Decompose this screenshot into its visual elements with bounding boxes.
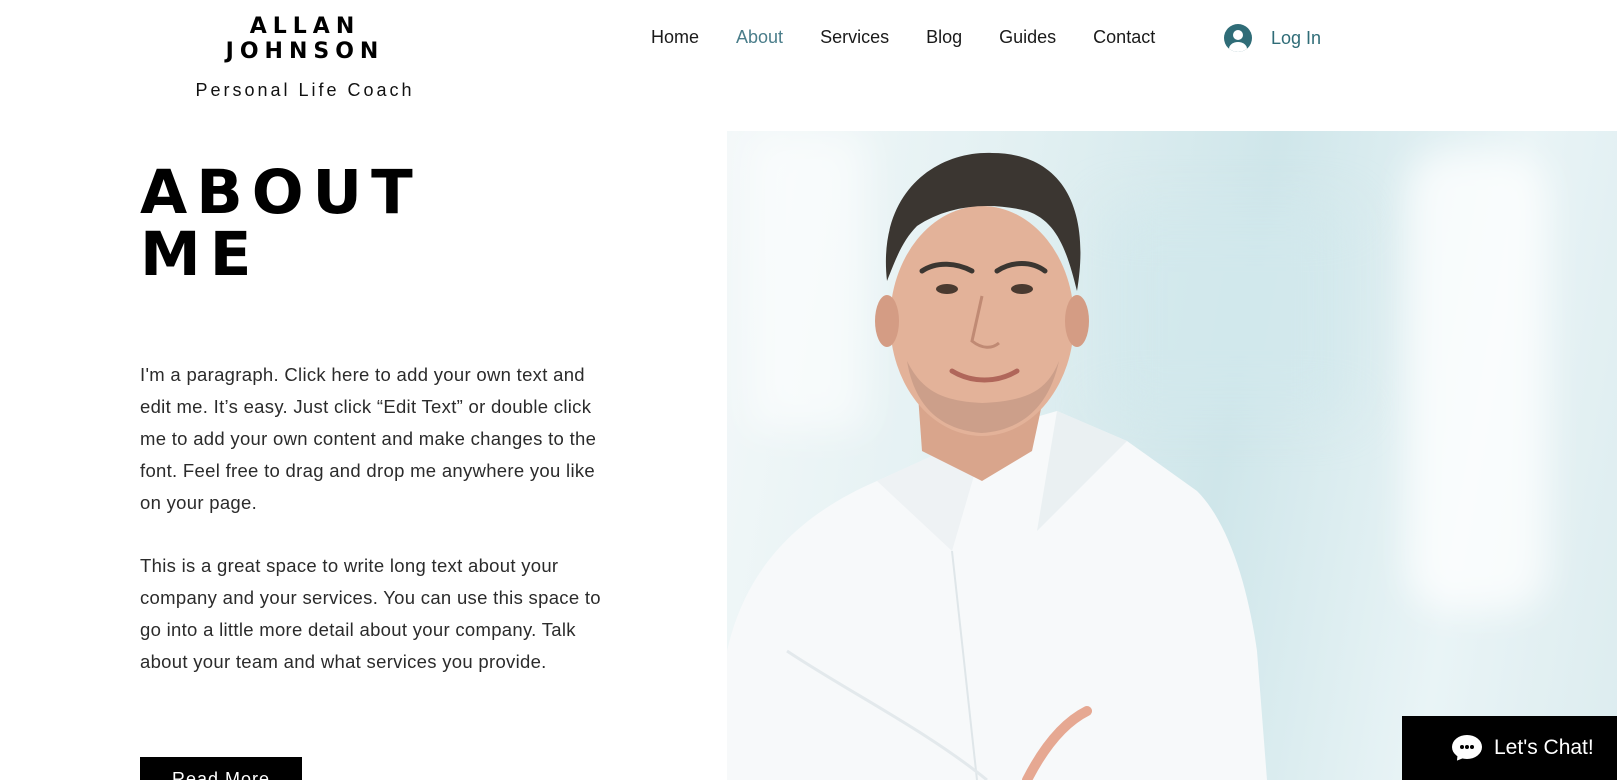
chat-label[interactable]: Let's Chat!	[1494, 736, 1594, 760]
user-avatar-icon[interactable]	[1224, 24, 1252, 52]
main-nav: Home About Services Blog Guides Contact	[651, 27, 1192, 48]
nav-item-home[interactable]: Home	[651, 27, 699, 48]
site-tagline: Personal Life Coach	[195, 80, 415, 100]
chat-button[interactable]: Let's Chat!	[1402, 716, 1617, 780]
heading-line-1: ABOUT	[140, 157, 422, 228]
page-heading: ABOUT ME	[140, 162, 422, 286]
heading-line-2: ME	[140, 219, 261, 290]
portrait-photo	[727, 131, 1617, 780]
read-more-button[interactable]: Read More	[140, 757, 302, 780]
nav-item-about[interactable]: About	[736, 27, 783, 48]
site-brand[interactable]: ALLAN JOHNSON Personal Life Coach	[170, 14, 440, 101]
site-title[interactable]: ALLAN JOHNSON	[170, 14, 440, 64]
nav-item-guides[interactable]: Guides	[999, 27, 1056, 48]
about-paragraph-2: This is a great space to write long text…	[140, 555, 601, 672]
nav-item-services[interactable]: Services	[820, 27, 889, 48]
login-label[interactable]: Log In	[1271, 28, 1321, 49]
nav-item-blog[interactable]: Blog	[926, 27, 962, 48]
about-paragraph-1: I'm a paragraph. Click here to add your …	[140, 364, 597, 513]
chat-bubble-icon[interactable]	[1452, 735, 1482, 765]
nav-item-contact[interactable]: Contact	[1093, 27, 1155, 48]
login-button[interactable]: Log In	[1224, 24, 1321, 52]
